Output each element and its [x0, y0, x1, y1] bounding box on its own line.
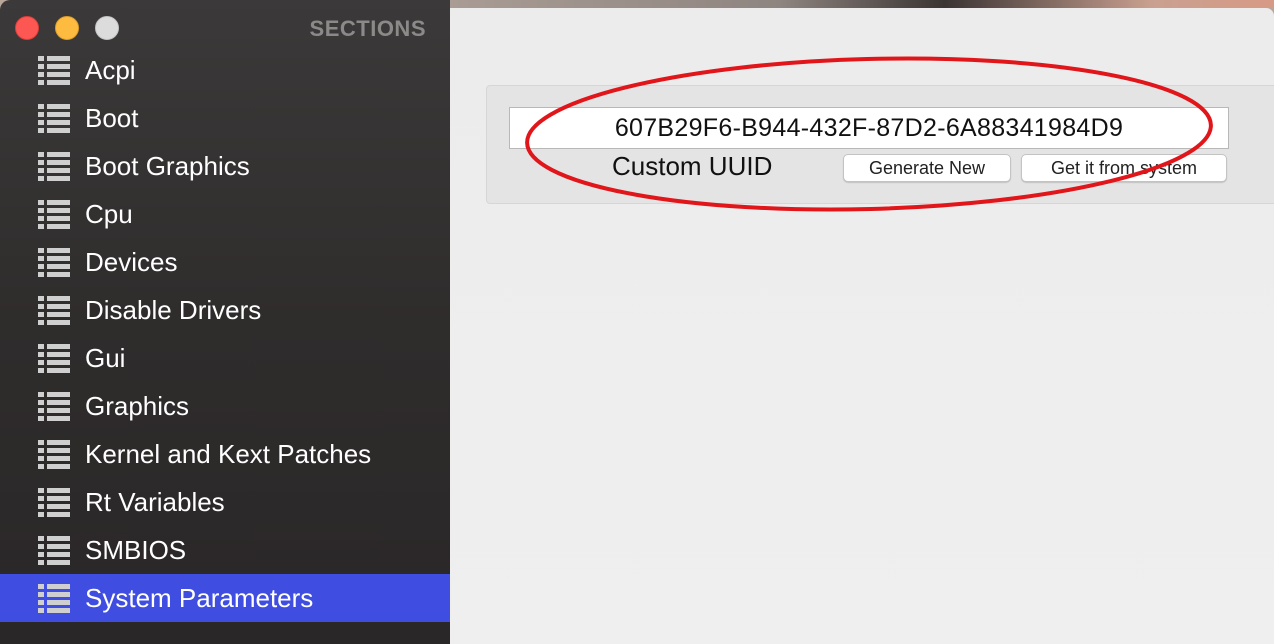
close-window-button[interactable]: [15, 16, 39, 40]
sidebar-item-label: Boot: [85, 102, 139, 133]
custom-uuid-label: Custom UUID: [612, 151, 773, 181]
sidebar-item-label: Boot Graphics: [85, 150, 250, 181]
sidebar-item-label: Devices: [85, 246, 178, 277]
sidebar-item-label: Graphics: [85, 390, 190, 421]
sidebar-item-cpu[interactable]: Cpu: [0, 190, 450, 238]
sidebar-item-kernel-and-kext-patches[interactable]: Kernel and Kext Patches: [0, 430, 450, 478]
list-icon: [38, 343, 70, 373]
list-icon: [38, 535, 70, 565]
list-icon: [38, 151, 70, 181]
sidebar-item-disable-drivers[interactable]: Disable Drivers: [0, 286, 450, 334]
sidebar-item-label: Disable Drivers: [85, 294, 262, 325]
list-icon: [38, 391, 70, 421]
sections-header: SECTIONS: [309, 16, 426, 41]
custom-uuid-input[interactable]: [509, 107, 1229, 149]
list-icon: [38, 439, 70, 469]
get-from-system-button[interactable]: Get it from system: [1021, 154, 1227, 182]
sidebar-item-boot-graphics[interactable]: Boot Graphics: [0, 142, 450, 190]
list-icon: [38, 55, 70, 85]
sidebar-item-boot[interactable]: Boot: [0, 94, 450, 142]
sidebar-item-devices[interactable]: Devices: [0, 238, 450, 286]
list-icon: [38, 295, 70, 325]
main-content: Custom UUID Generate New Get it from sys…: [450, 8, 1274, 644]
list-icon: [38, 103, 70, 133]
zoom-window-button[interactable]: [95, 16, 119, 40]
sections-list: Acpi Boot Boot Graphics Cpu Devices Disable D…: [0, 46, 450, 622]
sidebar-item-rt-variables[interactable]: Rt Variables: [0, 478, 450, 526]
list-icon: [38, 247, 70, 277]
sidebar-item-label: System Parameters: [85, 582, 314, 613]
sidebar-item-label: Gui: [85, 342, 126, 373]
sidebar-item-label: Acpi: [85, 54, 136, 85]
sidebar-item-acpi[interactable]: Acpi: [0, 46, 450, 94]
sidebar-item-smbios[interactable]: SMBIOS: [0, 526, 450, 574]
sidebar: SECTIONS Acpi Boot Boot Graphics Cpu Devices…: [0, 0, 450, 644]
sidebar-item-label: Rt Variables: [85, 486, 225, 517]
sidebar-item-system-parameters[interactable]: System Parameters: [0, 574, 450, 622]
sidebar-item-graphics[interactable]: Graphics: [0, 382, 450, 430]
list-icon: [38, 487, 70, 517]
sidebar-item-label: Cpu: [85, 198, 133, 229]
desktop-background: [450, 0, 1274, 8]
sidebar-item-label: SMBIOS: [85, 534, 187, 565]
generate-new-button[interactable]: Generate New: [843, 154, 1011, 182]
list-icon: [38, 583, 70, 613]
minimize-window-button[interactable]: [55, 16, 79, 40]
list-icon: [38, 199, 70, 229]
sidebar-item-gui[interactable]: Gui: [0, 334, 450, 382]
sidebar-item-label: Kernel and Kext Patches: [85, 438, 372, 469]
